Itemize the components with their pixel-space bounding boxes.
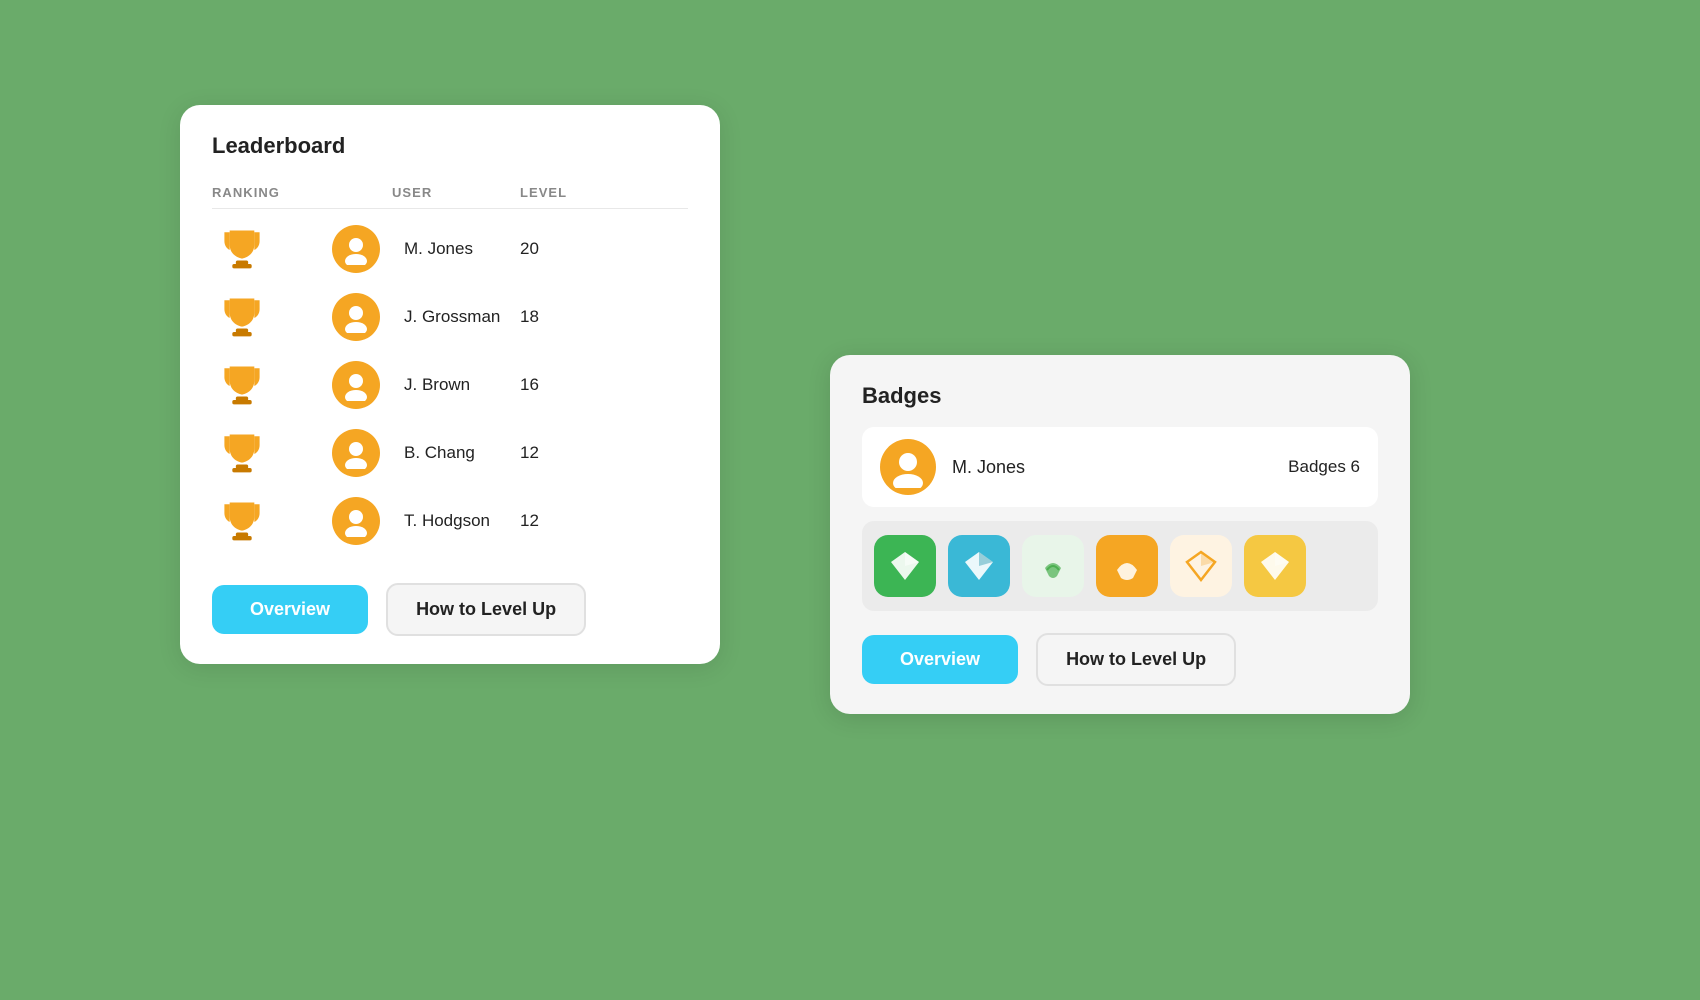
avatar-1 (332, 225, 380, 273)
badges-user-name: M. Jones (952, 457, 1272, 478)
badges-footer: Overview How to Level Up (862, 633, 1378, 686)
table-row: T. Hodgson 12 (212, 487, 688, 555)
table-row: J. Grossman 18 (212, 283, 688, 351)
user-name-2: J. Grossman (392, 307, 512, 327)
badge-4 (1096, 535, 1158, 597)
badge-1 (874, 535, 936, 597)
badges-overview-button[interactable]: Overview (862, 635, 1018, 684)
trophy-icon-5 (212, 499, 272, 543)
badges-level-up-button[interactable]: How to Level Up (1036, 633, 1236, 686)
user-level-2: 18 (512, 307, 592, 327)
user-level-5: 12 (512, 511, 592, 531)
badge-2 (948, 535, 1010, 597)
avatar-5 (332, 497, 380, 545)
col-ranking: RANKING (212, 185, 332, 200)
badges-count: Badges 6 (1288, 457, 1360, 477)
trophy-icon-2 (212, 295, 272, 339)
avatar-2 (332, 293, 380, 341)
avatar-3 (332, 361, 380, 409)
user-level-3: 16 (512, 375, 592, 395)
trophy-icon-1 (212, 227, 272, 271)
user-name-4: B. Chang (392, 443, 512, 463)
leaderboard-card: Leaderboard RANKING USER LEVEL M. Jones (180, 105, 720, 664)
trophy-icon-3 (212, 363, 272, 407)
badges-avatar (880, 439, 936, 495)
overview-button[interactable]: Overview (212, 585, 368, 634)
badges-row (862, 521, 1378, 611)
leaderboard-header: RANKING USER LEVEL (212, 177, 688, 209)
badges-user-row: M. Jones Badges 6 (862, 427, 1378, 507)
user-name-1: M. Jones (392, 239, 512, 259)
table-row: J. Brown 16 (212, 351, 688, 419)
table-row: M. Jones 20 (212, 215, 688, 283)
badges-card: Badges M. Jones Badges 6 (830, 355, 1410, 714)
user-name-5: T. Hodgson (392, 511, 512, 531)
avatar-4 (332, 429, 380, 477)
user-level-4: 12 (512, 443, 592, 463)
col-level: LEVEL (512, 185, 612, 200)
leaderboard-title: Leaderboard (212, 133, 688, 159)
user-level-1: 20 (512, 239, 592, 259)
col-user: USER (332, 185, 512, 200)
badge-5 (1170, 535, 1232, 597)
table-row: B. Chang 12 (212, 419, 688, 487)
user-name-3: J. Brown (392, 375, 512, 395)
level-up-button[interactable]: How to Level Up (386, 583, 586, 636)
trophy-icon-4 (212, 431, 272, 475)
badges-title: Badges (862, 383, 1378, 409)
leaderboard-footer: Overview How to Level Up (212, 583, 688, 636)
badge-3 (1022, 535, 1084, 597)
badge-6 (1244, 535, 1306, 597)
